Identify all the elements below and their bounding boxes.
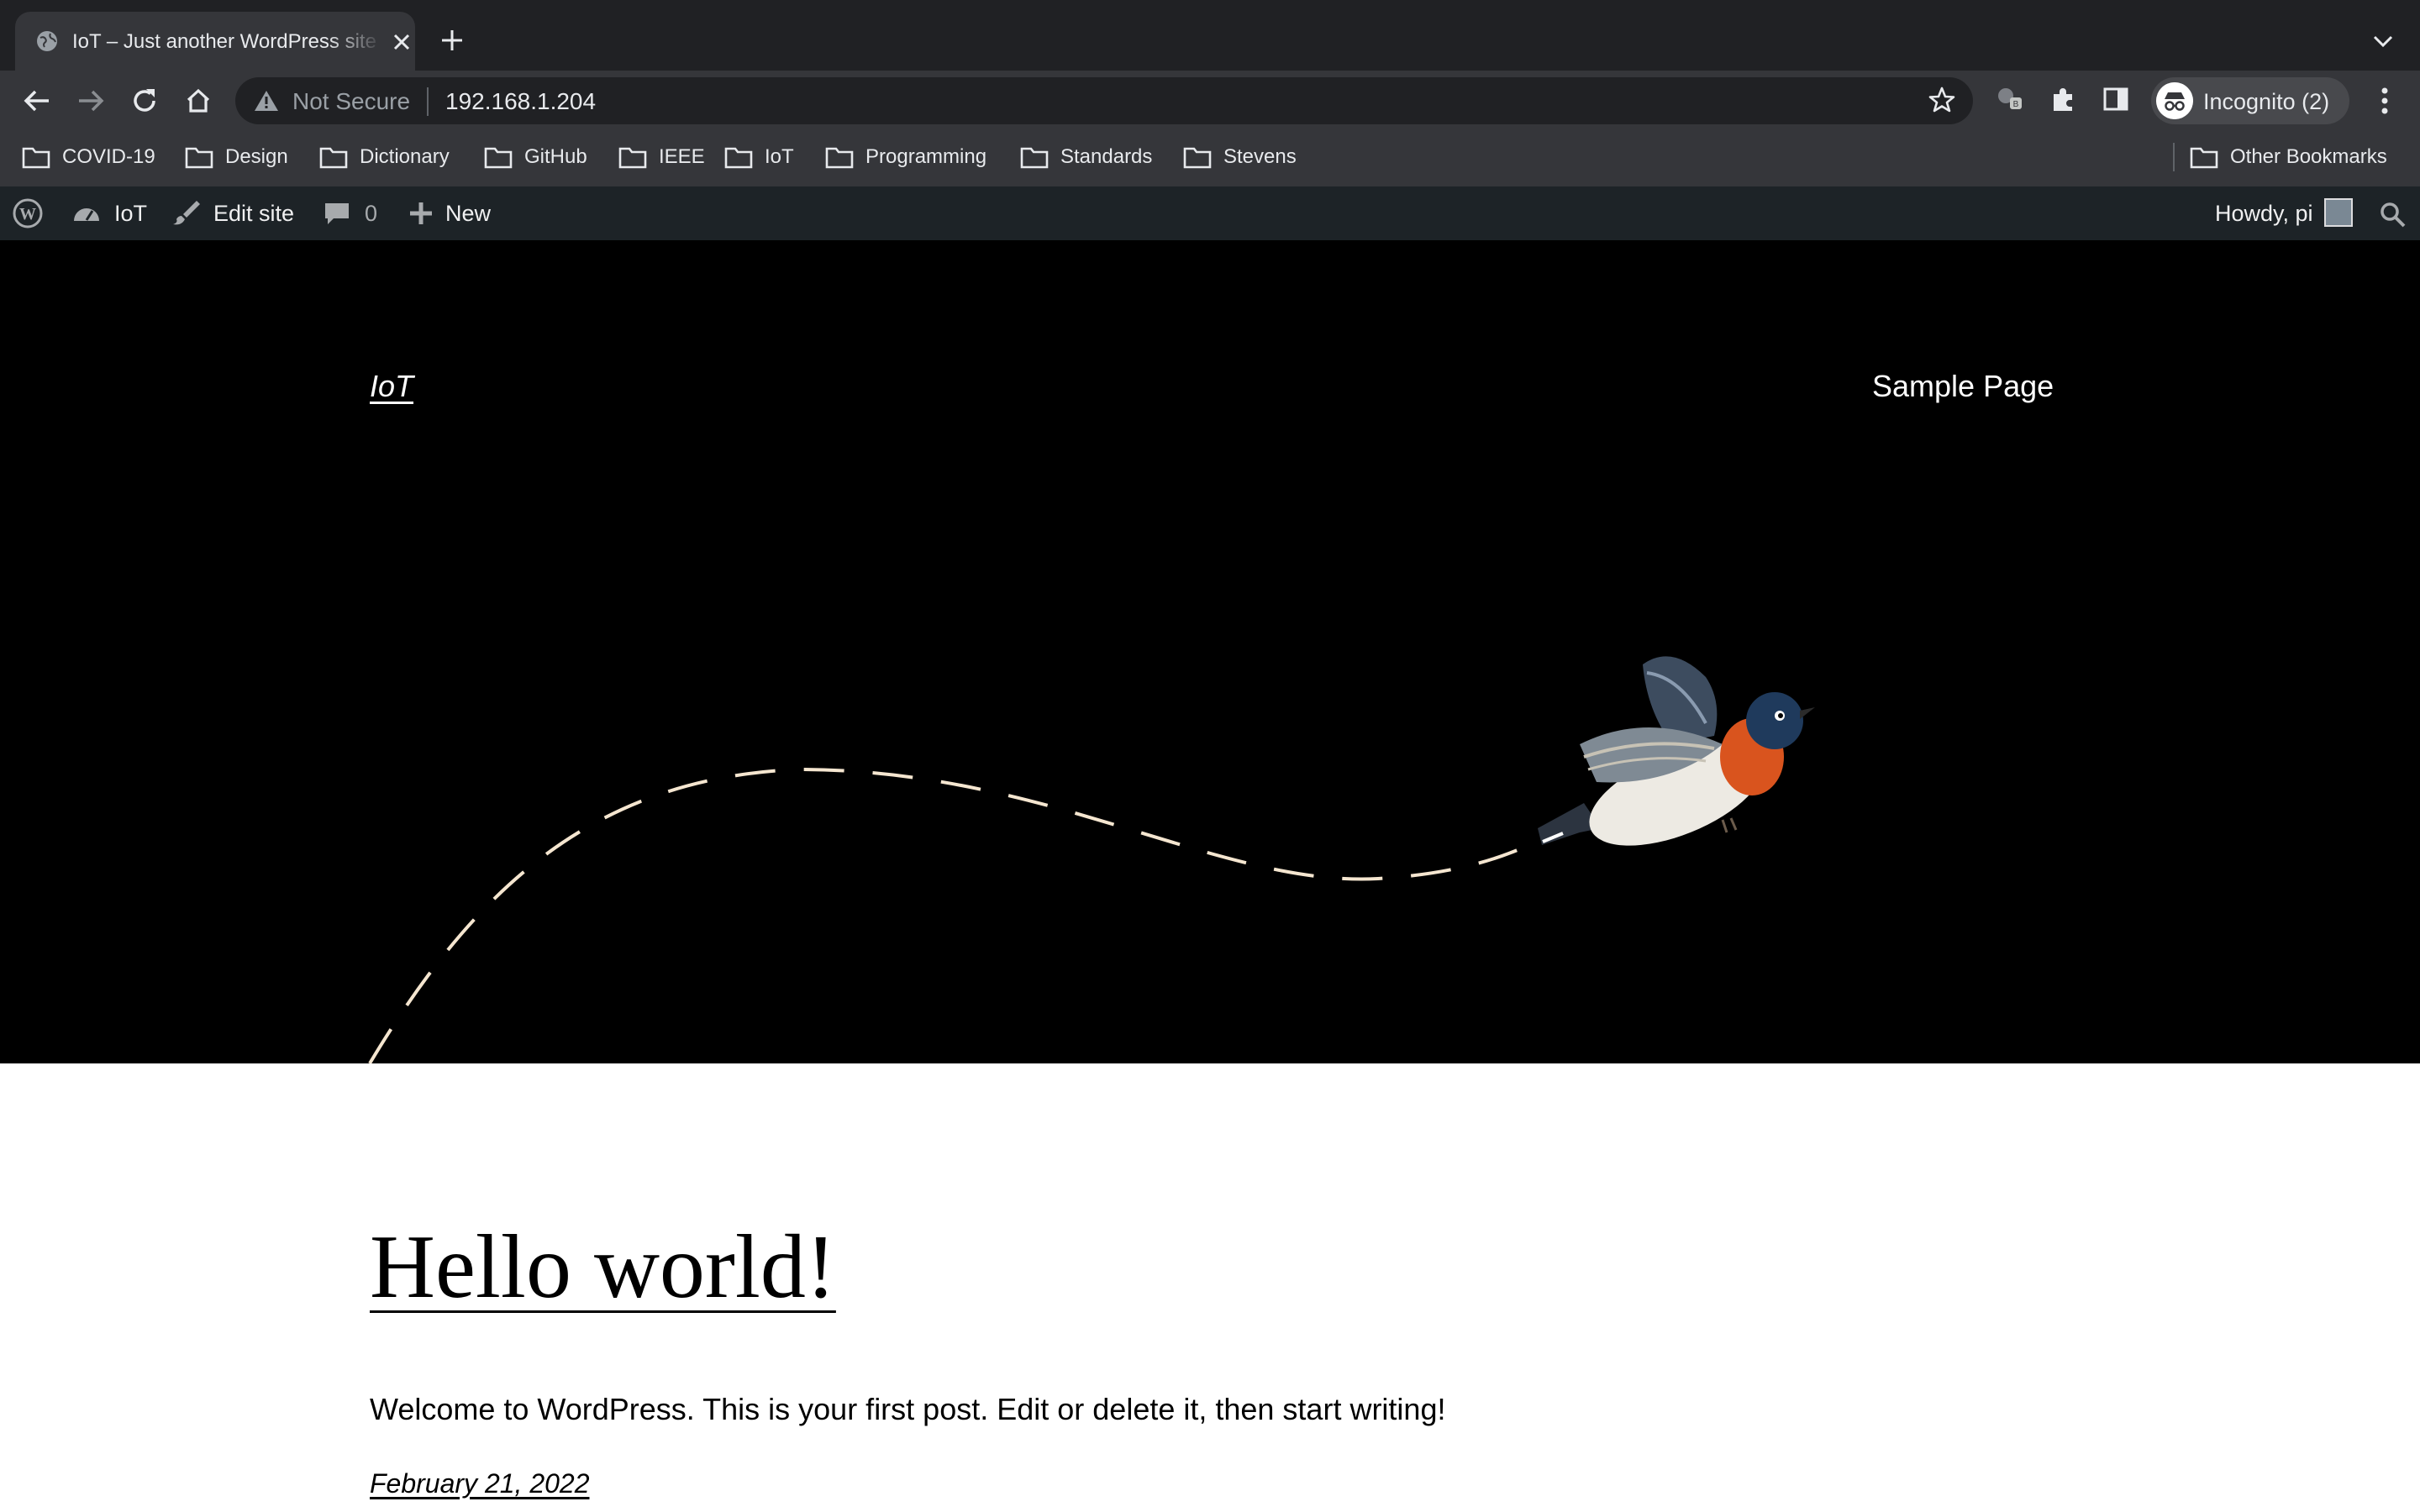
bookmark-label: Programming bbox=[865, 145, 987, 168]
edit-site-link[interactable]: Edit site bbox=[170, 186, 294, 240]
folder-icon bbox=[1020, 147, 1049, 169]
bookmark-standards[interactable]: Standards bbox=[1020, 143, 1152, 171]
folder-icon bbox=[2190, 147, 2218, 169]
reload-icon[interactable] bbox=[128, 84, 161, 118]
bookmarks-divider bbox=[2173, 143, 2175, 171]
profile-label: Incognito (2) bbox=[2203, 89, 2330, 114]
folder-icon bbox=[22, 147, 50, 169]
bookmark-label: Stevens bbox=[1223, 145, 1297, 168]
security-label[interactable]: Not Secure bbox=[292, 87, 410, 116]
comments-link[interactable]: 0 bbox=[321, 186, 377, 240]
bird-illustration bbox=[368, 656, 1815, 1063]
bookmark-label: IoT bbox=[765, 145, 794, 168]
nav-link-sample-page[interactable]: Sample Page bbox=[1872, 368, 2054, 405]
bookmark-label: Standards bbox=[1060, 145, 1153, 168]
bookmark-label: COVID-19 bbox=[62, 145, 155, 168]
avatar[interactable] bbox=[2324, 198, 2353, 227]
bookmark-other-bookmarks[interactable]: Other Bookmarks bbox=[2190, 143, 2387, 171]
extension-icon[interactable]: B bbox=[1995, 84, 2025, 114]
folder-icon bbox=[484, 147, 513, 169]
bookmark-label: GitHub bbox=[524, 145, 587, 168]
admin-site-name: IoT bbox=[114, 200, 148, 226]
side-panel-icon[interactable] bbox=[2101, 84, 2131, 114]
post-title-link[interactable]: Hello world! bbox=[370, 1215, 836, 1320]
bookmark-design[interactable]: Design bbox=[185, 143, 288, 171]
howdy-greeting: Howdy, pi bbox=[2215, 200, 2313, 226]
puzzle-icon[interactable] bbox=[2049, 84, 2079, 114]
bookmark-label: IEEE bbox=[659, 145, 705, 168]
bookmark-label: Dictionary bbox=[360, 145, 450, 168]
close-icon[interactable] bbox=[392, 32, 412, 52]
post-date-link[interactable]: February 21, 2022 bbox=[370, 1467, 590, 1500]
bookmark-stevens[interactable]: Stevens bbox=[1183, 143, 1297, 171]
globe-icon bbox=[37, 31, 57, 51]
new-content-link[interactable]: New bbox=[405, 186, 491, 240]
bookmark-label: Design bbox=[225, 145, 288, 168]
chevron-down-icon[interactable] bbox=[2371, 32, 2395, 50]
search-icon[interactable] bbox=[2378, 200, 2407, 228]
url-text[interactable]: 192.168.1.204 bbox=[445, 87, 596, 116]
admin-site-name-link[interactable]: IoT bbox=[71, 186, 147, 240]
svg-text:W: W bbox=[19, 205, 36, 223]
bookmark-github[interactable]: GitHub bbox=[484, 143, 587, 171]
site-title-link[interactable]: IoT bbox=[370, 368, 413, 405]
folder-icon bbox=[1183, 147, 1212, 169]
folder-icon bbox=[319, 147, 348, 169]
plus-icon bbox=[410, 202, 432, 224]
bookmark-ieee[interactable]: IEEE bbox=[618, 143, 705, 171]
edit-site-label: Edit site bbox=[213, 200, 295, 226]
browser-tab[interactable]: IoT – Just another WordPress site bbox=[15, 12, 415, 71]
bookmark-label: Other Bookmarks bbox=[2230, 145, 2387, 168]
incognito-icon bbox=[2156, 82, 2193, 119]
back-arrow-icon[interactable] bbox=[20, 84, 54, 118]
bird-icon bbox=[1538, 656, 1815, 846]
wordpress-logo-icon: W bbox=[13, 198, 43, 228]
comments-count: 0 bbox=[365, 200, 378, 226]
comment-bubble-icon bbox=[325, 203, 349, 224]
bookmark-programming[interactable]: Programming bbox=[825, 143, 986, 171]
post-excerpt: Welcome to WordPress. This is your first… bbox=[370, 1392, 1446, 1426]
new-content-label: New bbox=[445, 200, 492, 226]
my-account-link[interactable]: Howdy, pi bbox=[2215, 186, 2313, 240]
tab-title: IoT – Just another WordPress site bbox=[72, 30, 376, 53]
dashboard-icon bbox=[74, 208, 99, 221]
star-icon[interactable] bbox=[1928, 86, 1956, 114]
bookmark-covid-19[interactable]: COVID-19 bbox=[22, 143, 155, 171]
wordpress-logo-button[interactable]: W bbox=[12, 186, 44, 240]
folder-icon bbox=[825, 147, 854, 169]
address-divider bbox=[427, 87, 429, 116]
new-tab-icon[interactable] bbox=[439, 27, 466, 54]
folder-icon bbox=[185, 147, 213, 169]
more-menu-icon[interactable] bbox=[2370, 84, 2400, 118]
home-icon[interactable] bbox=[182, 84, 215, 118]
forward-arrow-icon[interactable] bbox=[74, 84, 108, 118]
warning-icon bbox=[255, 91, 278, 111]
svg-text:B: B bbox=[2013, 100, 2019, 109]
bookmark-dictionary[interactable]: Dictionary bbox=[319, 143, 450, 171]
folder-icon bbox=[724, 147, 753, 169]
bookmark-iot[interactable]: IoT bbox=[724, 143, 794, 171]
folder-icon bbox=[618, 147, 647, 169]
brush-icon bbox=[173, 201, 200, 225]
